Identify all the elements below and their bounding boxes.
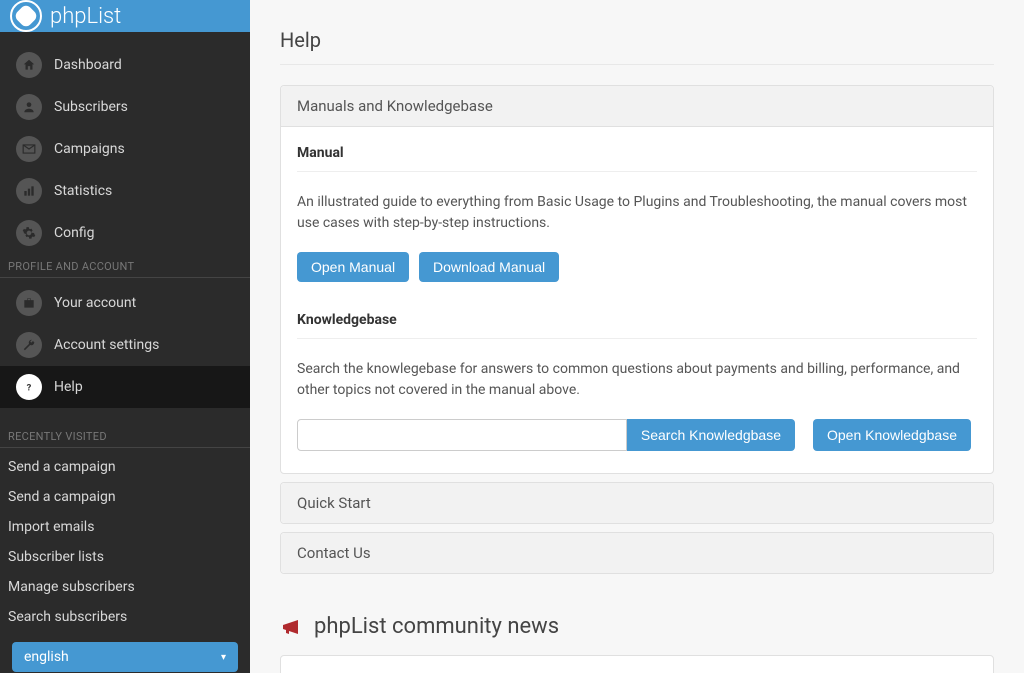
wrench-icon bbox=[16, 332, 42, 358]
kb-search-input[interactable] bbox=[297, 419, 627, 451]
recent-item[interactable]: Send a campaign bbox=[0, 482, 250, 512]
brand-logo-icon bbox=[10, 0, 42, 32]
panel-body-manuals: Manual An illustrated guide to everythin… bbox=[281, 127, 993, 473]
sidebar-bottom: english Logout bbox=[0, 632, 250, 673]
download-manual-button[interactable]: Download Manual bbox=[419, 252, 559, 282]
panel-quick-start: Quick Start bbox=[280, 482, 994, 524]
language-select[interactable]: english bbox=[12, 642, 238, 672]
nav-profile: Your account Account settings ? Help bbox=[0, 282, 250, 408]
sidebar: phpList Dashboard Subscribers Campaigns … bbox=[0, 0, 250, 673]
recent-item[interactable]: Manage subscribers bbox=[0, 572, 250, 602]
bars-icon bbox=[16, 178, 42, 204]
nav-label: Campaigns bbox=[54, 141, 125, 157]
panel-header-manuals[interactable]: Manuals and Knowledgebase bbox=[281, 86, 993, 127]
bullhorn-icon bbox=[280, 615, 304, 639]
news-heading: phpList community news bbox=[280, 614, 994, 639]
news-heading-text: phpList community news bbox=[314, 614, 559, 639]
panel-header-contact[interactable]: Contact Us bbox=[281, 533, 993, 573]
nav-campaigns[interactable]: Campaigns bbox=[0, 128, 250, 170]
nav-label: Subscribers bbox=[54, 99, 128, 115]
search-kb-button[interactable]: Search Knowledgbase bbox=[627, 419, 795, 451]
open-manual-button[interactable]: Open Manual bbox=[297, 252, 409, 282]
panel-contact-us: Contact Us bbox=[280, 532, 994, 574]
user-icon bbox=[16, 94, 42, 120]
nav-main: Dashboard Subscribers Campaigns Statisti… bbox=[0, 32, 250, 254]
manual-heading: Manual bbox=[297, 145, 977, 172]
home-icon bbox=[16, 52, 42, 78]
recent-item[interactable]: Search subscribers bbox=[0, 602, 250, 632]
nav-label: Your account bbox=[54, 295, 136, 311]
brand-header[interactable]: phpList bbox=[0, 0, 250, 32]
section-header-recent: RECENTLY VISITED bbox=[0, 424, 250, 448]
nav-your-account[interactable]: Your account bbox=[0, 282, 250, 324]
news-card: Tue, 14 Feb 2017 phpList 3.3.1 released:… bbox=[280, 655, 994, 673]
nav-label: Statistics bbox=[54, 183, 112, 199]
nav-statistics[interactable]: Statistics bbox=[0, 170, 250, 212]
nav-subscribers[interactable]: Subscribers bbox=[0, 86, 250, 128]
kb-heading: Knowledgebase bbox=[297, 312, 977, 339]
gear-icon bbox=[16, 220, 42, 246]
kb-search-row: Search Knowledgbase Open Knowledgbase bbox=[297, 419, 977, 451]
recent-item[interactable]: Send a campaign bbox=[0, 452, 250, 482]
kb-search-group: Search Knowledgbase bbox=[297, 419, 795, 451]
page-title: Help bbox=[280, 28, 994, 65]
nav-help[interactable]: ? Help bbox=[0, 366, 250, 408]
nav-label: Dashboard bbox=[54, 57, 122, 73]
open-kb-button[interactable]: Open Knowledgbase bbox=[813, 419, 971, 451]
nav-config[interactable]: Config bbox=[0, 212, 250, 254]
question-icon: ? bbox=[16, 374, 42, 400]
recent-item[interactable]: Import emails bbox=[0, 512, 250, 542]
kb-description: Search the knowlegebase for answers to c… bbox=[297, 359, 977, 401]
panel-header-quickstart[interactable]: Quick Start bbox=[281, 483, 993, 523]
envelope-icon bbox=[16, 136, 42, 162]
svg-text:?: ? bbox=[27, 383, 32, 394]
main-content: Help Manuals and Knowledgebase Manual An… bbox=[250, 0, 1024, 673]
nav-label: Config bbox=[54, 225, 94, 241]
panel-manuals-kb: Manuals and Knowledgebase Manual An illu… bbox=[280, 85, 994, 474]
nav-recent: Send a campaign Send a campaign Import e… bbox=[0, 452, 250, 632]
nav-label: Help bbox=[54, 379, 83, 395]
brand-text: phpList bbox=[50, 4, 121, 29]
nav-label: Account settings bbox=[54, 337, 159, 353]
nav-account-settings[interactable]: Account settings bbox=[0, 324, 250, 366]
recent-item[interactable]: Subscriber lists bbox=[0, 542, 250, 572]
nav-dashboard[interactable]: Dashboard bbox=[0, 44, 250, 86]
section-header-profile: PROFILE AND ACCOUNT bbox=[0, 254, 250, 278]
manual-description: An illustrated guide to everything from … bbox=[297, 192, 977, 234]
language-value: english bbox=[24, 649, 69, 665]
briefcase-icon bbox=[16, 290, 42, 316]
